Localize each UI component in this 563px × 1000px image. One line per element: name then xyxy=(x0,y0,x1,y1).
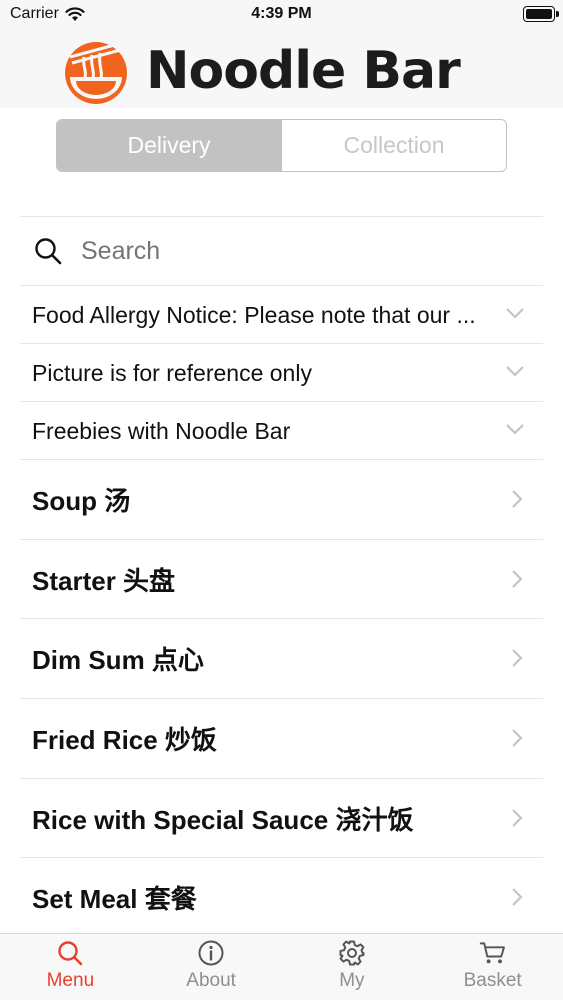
notice-row-freebies[interactable]: Freebies with Noodle Bar xyxy=(20,402,543,460)
tab-bar: Menu About My Basket xyxy=(0,933,563,1000)
chevron-right-icon xyxy=(512,729,523,747)
tab-label: About xyxy=(186,970,236,991)
notice-row-allergy[interactable]: Food Allergy Notice: Please note that ou… xyxy=(20,286,543,344)
logo-text: Noodle Bar xyxy=(146,41,461,101)
battery-tip xyxy=(556,11,559,17)
chevron-down-icon xyxy=(506,308,524,319)
category-label: Rice with Special Sauce 浇汁饭 xyxy=(32,805,414,835)
category-label: Fried Rice 炒饭 xyxy=(32,725,217,755)
cart-icon xyxy=(479,942,505,964)
category-row-rice-special-sauce[interactable]: Rice with Special Sauce 浇汁饭 xyxy=(20,779,543,858)
category-row-starter[interactable]: Starter 头盘 xyxy=(20,540,543,619)
status-time: 4:39 PM xyxy=(251,5,312,22)
notice-label: Picture is for reference only xyxy=(32,359,312,386)
category-label: Dim Sum 点心 xyxy=(32,645,204,675)
segment-collection[interactable]: Collection xyxy=(281,120,506,171)
chevron-right-icon xyxy=(512,649,523,667)
order-mode-segmented-control: Delivery Collection xyxy=(56,119,507,172)
category-label: Set Meal 套餐 xyxy=(32,884,197,914)
tab-about[interactable]: About xyxy=(141,934,282,1000)
chevron-right-icon xyxy=(512,490,523,508)
status-bar: Carrier 4:39 PM xyxy=(0,0,563,30)
search-bar[interactable] xyxy=(20,217,543,285)
tab-my[interactable]: My xyxy=(282,934,423,1000)
search-icon xyxy=(35,238,62,265)
app-header: Noodle Bar xyxy=(0,30,563,108)
chevron-down-icon xyxy=(506,366,524,377)
category-row-dim-sum[interactable]: Dim Sum 点心 xyxy=(20,619,543,698)
segment-delivery[interactable]: Delivery xyxy=(57,120,281,171)
tab-basket[interactable]: Basket xyxy=(422,934,563,1000)
chevron-right-icon xyxy=(512,888,523,906)
category-label: Starter 头盘 xyxy=(32,566,176,596)
category-row-fried-rice[interactable]: Fried Rice 炒饭 xyxy=(20,699,543,778)
chevron-right-icon xyxy=(512,809,523,827)
category-row-set-meal[interactable]: Set Meal 套餐 xyxy=(20,858,543,937)
tab-label: Menu xyxy=(46,970,95,991)
category-row-soup[interactable]: Soup 汤 xyxy=(20,460,543,539)
tab-label: My xyxy=(339,970,365,991)
tab-label: Basket xyxy=(463,970,522,991)
search-icon xyxy=(58,941,83,966)
battery-icon xyxy=(523,6,555,22)
notice-label: Freebies with Noodle Bar xyxy=(32,417,291,444)
noodle-bowl-logo-icon xyxy=(65,41,127,104)
category-label: Soup 汤 xyxy=(32,486,131,516)
notice-label: Food Allergy Notice: Please note that ou… xyxy=(32,301,476,328)
info-icon xyxy=(198,940,224,966)
chevron-down-icon xyxy=(506,424,524,435)
chevron-right-icon xyxy=(512,570,523,588)
logo: Noodle Bar xyxy=(62,36,461,106)
gear-icon xyxy=(339,940,365,966)
notice-row-picture[interactable]: Picture is for reference only xyxy=(20,344,543,402)
search-input[interactable] xyxy=(81,236,501,266)
tab-menu[interactable]: Menu xyxy=(0,934,141,1000)
